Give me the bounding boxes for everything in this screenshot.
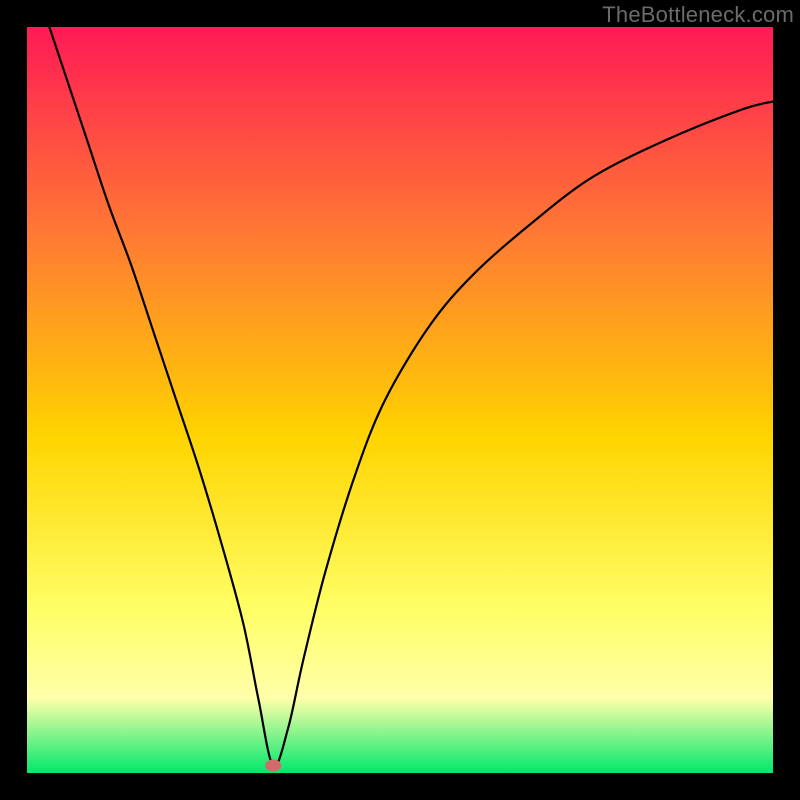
plot-background <box>27 27 773 773</box>
chart-container: TheBottleneck.com <box>0 0 800 800</box>
bottleneck-chart <box>0 0 800 800</box>
minimum-marker <box>265 760 281 772</box>
watermark-text: TheBottleneck.com <box>602 2 794 28</box>
